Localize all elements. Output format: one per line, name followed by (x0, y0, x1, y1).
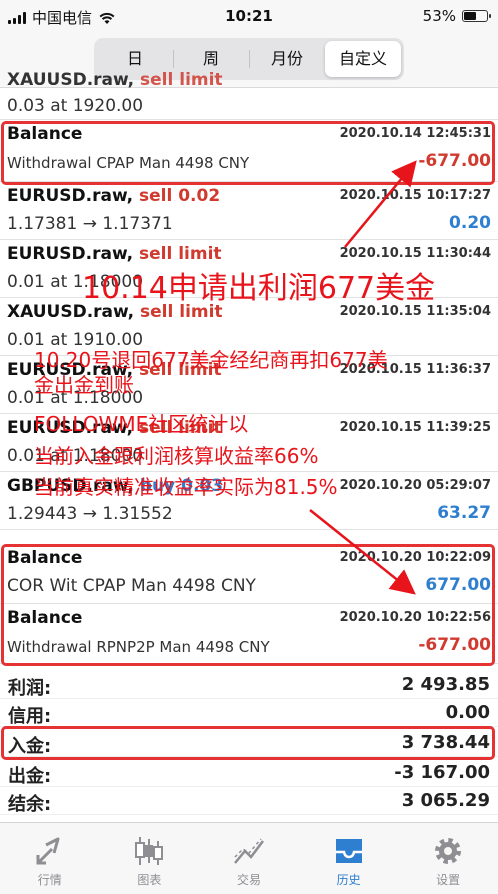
tab-label: 行情 (37, 873, 62, 887)
tab-label: 历史 (336, 873, 361, 887)
row-order-type: sell limit (138, 244, 222, 264)
summary-value: 3 738.44 (401, 732, 490, 753)
history-row[interactable]: XAUUSD.raw, sell limit 0.03 at 1920.00 (0, 64, 498, 120)
row-date: 2020.10.20 10:22:09 (339, 550, 491, 565)
tab-charts[interactable]: 图表 (100, 823, 200, 894)
row-order-type: sell limit (140, 70, 223, 90)
tab-label: 图表 (137, 873, 162, 887)
row-date: 2020.10.20 05:29:07 (339, 478, 491, 493)
row-symbol: Balance (7, 608, 83, 628)
row-date: 2020.10.20 10:22:56 (339, 610, 491, 625)
battery-icon (462, 10, 491, 22)
annotation-text: 10.14申请出利润677美金 (82, 271, 436, 306)
row-detail: 0.03 at 1920.00 (7, 96, 144, 116)
row-date: 2020.10.15 11:39:25 (339, 420, 491, 435)
summary-value: 2 493.85 (401, 674, 490, 695)
tab-label: 交易 (236, 873, 261, 887)
row-symbol: Balance (7, 548, 83, 568)
row-symbol: EURUSD.raw, (7, 244, 134, 264)
quotes-icon (36, 837, 60, 865)
summary-label: 利润: (8, 678, 52, 699)
row-symbol: EURUSD.raw, (7, 186, 134, 206)
tab-trade[interactable]: 交易 (199, 823, 299, 894)
row-amount: 63.27 (437, 503, 491, 523)
history-row[interactable]: EURUSD.raw, sell 0.02 2020.10.15 10:17:2… (0, 182, 498, 240)
bottom-tab-bar: 行情 图表 交易 历史 设置 (0, 822, 498, 894)
summary-label: 入金: (8, 736, 52, 757)
summary-value: -3 167.00 (394, 762, 490, 783)
row-detail: COR Wit CPAP Man 4498 CNY (7, 576, 256, 596)
row-symbol: Balance (7, 124, 83, 144)
row-detail: 1.17381 → 1.17371 (7, 214, 173, 234)
row-amount: 0.20 (449, 213, 491, 233)
summary-balance: 结余: 3 065.29 (0, 787, 498, 815)
tab-settings[interactable]: 设置 (398, 823, 498, 894)
battery-percent: 53% (422, 7, 456, 25)
history-inbox-icon (335, 839, 362, 863)
summary-deposit: 入金: 3 738.44 (0, 729, 498, 757)
row-order-type: sell 0.02 (138, 186, 221, 206)
row-date: 2020.10.14 12:45:31 (339, 126, 491, 141)
row-detail: Withdrawal CPAP Man 4498 CNY (7, 154, 250, 172)
gear-icon (435, 838, 462, 864)
row-date: 2020.10.15 10:17:27 (339, 188, 491, 203)
row-amount: -677.00 (418, 635, 491, 655)
row-detail: Withdrawal RPNP2P Man 4498 CNY (7, 638, 270, 656)
annotation-text: 金出金到账 (34, 373, 134, 397)
annotation-text: 10.20号退回677美金经纪商再扣677美 (34, 348, 388, 372)
history-row-balance[interactable]: Balance 2020.10.20 10:22:09 COR Wit CPAP… (0, 544, 498, 604)
trade-icon (234, 838, 264, 864)
summary-value: 3 065.29 (401, 790, 490, 811)
row-amount: -677.00 (418, 151, 491, 171)
annotation-text: 当前入金跟利润核算收益率66% (34, 444, 319, 468)
battery-group: 53% (422, 7, 491, 25)
history-row-balance[interactable]: Balance 2020.10.20 10:22:56 Withdrawal R… (0, 604, 498, 664)
tab-quotes[interactable]: 行情 (0, 823, 100, 894)
tab-history[interactable]: 历史 (299, 823, 399, 894)
status-bar: 中国电信 10:21 53% (0, 0, 498, 32)
summary-profit: 利润: 2 493.85 (0, 671, 498, 699)
annotation-text: FOLLOWME社区统计以 (34, 412, 249, 436)
annotation-text: 当前真实精准收益率实际为81.5% (34, 475, 338, 499)
summary-label: 出金: (8, 766, 52, 787)
row-date: 2020.10.15 11:30:44 (339, 246, 491, 261)
summary-label: 信用: (8, 706, 52, 727)
summary-credit: 信用: 0.00 (0, 699, 498, 727)
history-row-balance[interactable]: Balance 2020.10.14 12:45:31 Withdrawal C… (0, 120, 498, 182)
tab-label: 设置 (436, 873, 461, 887)
row-detail: 1.29443 → 1.31552 (7, 504, 173, 524)
summary-label: 结余: (8, 794, 52, 815)
row-date: 2020.10.15 11:35:04 (339, 304, 491, 319)
row-amount: 677.00 (425, 575, 491, 595)
summary-value: 0.00 (445, 702, 490, 723)
row-symbol: XAUUSD.raw, (7, 70, 135, 90)
row-detail: 0.01 at 1910.00 (7, 330, 144, 350)
summary-withdrawal: 出金: -3 167.00 (0, 759, 498, 787)
candlestick-chart-icon (135, 837, 164, 865)
